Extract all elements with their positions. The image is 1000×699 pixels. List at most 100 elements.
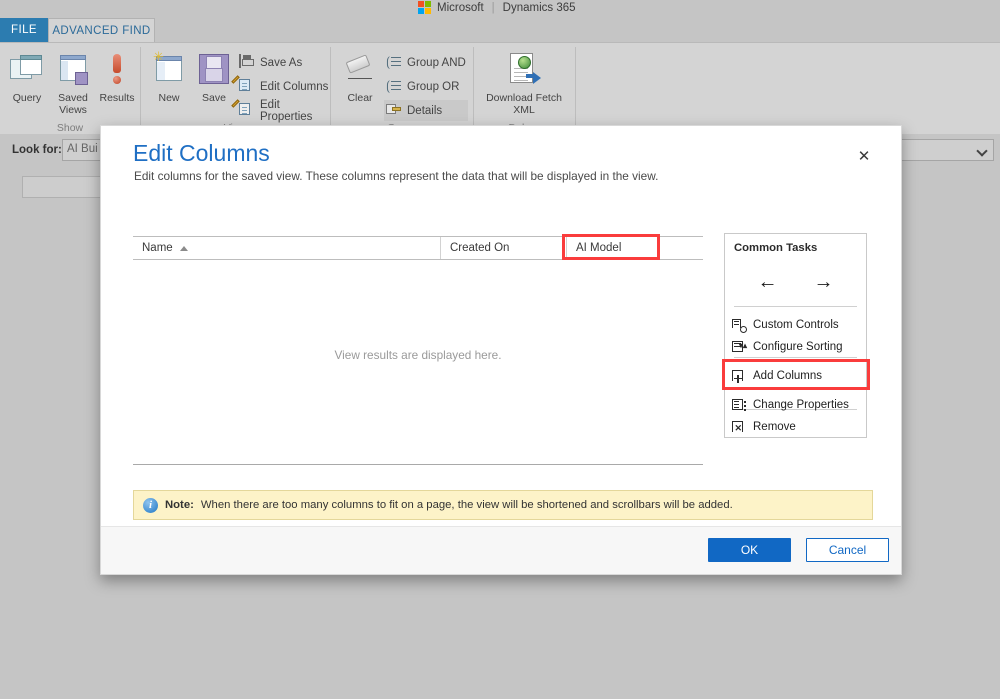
group-and-icon: ⟮: [386, 55, 402, 71]
column-header-ai-model[interactable]: AI Model: [567, 237, 659, 259]
common-task-remove[interactable]: ✕ Remove: [731, 416, 863, 438]
ribbon-separator-4: [575, 47, 576, 131]
common-tasks-title: Common Tasks: [734, 242, 817, 254]
remove-icon: ✕: [731, 420, 747, 435]
ribbon-button-download-fetch-xml[interactable]: Download Fetch XML: [484, 47, 564, 116]
info-icon: i: [143, 498, 158, 513]
custom-controls-icon: [731, 318, 747, 333]
dialog-subtitle: Edit columns for the saved view. These c…: [134, 169, 658, 183]
ribbon-button-details[interactable]: Details: [384, 100, 468, 121]
add-columns-icon: [731, 369, 747, 384]
results-exclamation-icon: [94, 47, 140, 91]
column-header-name[interactable]: Name: [133, 237, 441, 259]
common-task-label-custom-controls: Custom Controls: [753, 319, 839, 331]
change-properties-icon: [731, 398, 747, 413]
note-banner: i Note: When there are too many columns …: [133, 490, 873, 520]
ribbon-button-edit-properties[interactable]: Edit Properties: [237, 100, 329, 121]
arrow-right-icon[interactable]: →: [814, 272, 834, 292]
look-for-label: Look for:: [12, 144, 62, 156]
microsoft-logo-icon: [418, 1, 431, 14]
column-header-name-label: Name: [142, 242, 173, 254]
brand-product: Dynamics 365: [503, 2, 576, 14]
ribbon-label-download-fetch-xml-line1: Download Fetch: [484, 91, 564, 105]
ribbon-button-clear[interactable]: Clear: [337, 47, 383, 105]
columns-grid-body: View results are displayed here.: [133, 260, 703, 455]
common-task-label-remove: Remove: [753, 421, 796, 433]
close-icon[interactable]: ✕: [853, 145, 875, 167]
ribbon-button-new[interactable]: ✳ New: [146, 47, 192, 105]
common-task-custom-controls[interactable]: Custom Controls: [731, 314, 863, 336]
columns-grid-header: Name Created On AI Model: [133, 236, 703, 260]
ribbon-label-download-fetch-xml-line2: XML: [484, 105, 564, 117]
ribbon-group-show: Query Saved Views Results Show: [0, 43, 140, 135]
cancel-button[interactable]: Cancel: [806, 538, 889, 562]
column-header-created-on[interactable]: Created On: [441, 237, 567, 259]
brand-separator: |: [492, 2, 495, 14]
tab-strip: FILE ADVANCED FIND: [0, 18, 1000, 42]
ribbon-label-query: Query: [4, 91, 50, 105]
ribbon-label-saved-views-line2: Views: [50, 105, 96, 117]
ribbon-label-new: New: [146, 91, 192, 105]
ribbon-label-group-and: Group AND: [407, 57, 466, 69]
ribbon-label-clear: Clear: [337, 91, 383, 105]
ribbon-label-edit-columns: Edit Columns: [260, 81, 328, 93]
download-fetch-xml-icon: [484, 47, 564, 91]
ribbon-button-saved-views[interactable]: Saved Views: [50, 47, 96, 116]
ribbon-label-group-or: Group OR: [407, 81, 459, 93]
common-task-label-add-columns: Add Columns: [753, 370, 822, 382]
ribbon-button-save-as[interactable]: Save As: [237, 52, 302, 73]
ribbon-label-results: Results: [94, 91, 140, 105]
tab-advanced-find[interactable]: ADVANCED FIND: [48, 18, 155, 42]
ribbon-button-group-and[interactable]: ⟮ Group AND: [384, 52, 466, 73]
app-window: Microsoft | Dynamics 365 FILE ADVANCED F…: [0, 0, 1000, 699]
ribbon-button-save[interactable]: Save: [191, 47, 237, 105]
note-text: When there are too many columns to fit o…: [201, 499, 733, 511]
arrow-left-icon[interactable]: ←: [758, 272, 778, 292]
details-icon: [386, 103, 402, 119]
ok-button[interactable]: OK: [708, 538, 791, 562]
saved-views-icon: [50, 47, 96, 91]
brand-bar: Microsoft | Dynamics 365: [0, 0, 1000, 18]
dialog-footer: OK Cancel: [101, 526, 901, 574]
columns-grid: Name Created On AI Model View results ar…: [133, 236, 703, 455]
save-as-icon: [239, 55, 255, 71]
ribbon-button-edit-columns[interactable]: Edit Columns: [237, 76, 328, 97]
ribbon-label-save: Save: [191, 91, 237, 105]
common-task-change-properties[interactable]: Change Properties: [731, 394, 863, 416]
group-or-icon: ⟮: [386, 79, 402, 95]
query-grid-icon: [4, 47, 50, 91]
brand-group: Microsoft | Dynamics 365: [418, 1, 576, 14]
common-task-add-columns[interactable]: Add Columns: [731, 365, 863, 387]
dialog-title: Edit Columns: [133, 140, 270, 167]
edit-columns-dialog: Edit Columns Edit columns for the saved …: [100, 125, 902, 575]
grid-bottom-divider: [133, 464, 703, 465]
ribbon-button-results[interactable]: Results: [94, 47, 140, 105]
configure-sorting-icon: ▾▴: [731, 340, 747, 355]
column-header-created-on-label: Created On: [450, 242, 509, 254]
common-task-label-change-properties: Change Properties: [753, 399, 849, 411]
edit-properties-icon: [239, 103, 255, 119]
ribbon-label-edit-properties: Edit Properties: [260, 99, 329, 123]
common-tasks-panel: Common Tasks ← → Custom Controls ▾▴: [724, 233, 867, 438]
note-label: Note:: [165, 499, 194, 511]
common-tasks-divider-1: [734, 306, 857, 307]
common-task-label-configure-sorting: Configure Sorting: [753, 341, 843, 353]
brand-company: Microsoft: [437, 2, 484, 14]
column-header-blank: [659, 237, 701, 259]
column-header-ai-model-label: AI Model: [576, 242, 621, 254]
common-task-configure-sorting[interactable]: ▾▴ Configure Sorting: [731, 336, 863, 358]
ribbon-group-query: Clear ⟮ Group AND ⟮ Group OR Details: [331, 43, 472, 135]
ribbon-group-view: ✳ New Save Save As Edit Columns: [141, 43, 329, 135]
save-floppy-icon: [191, 47, 237, 91]
new-grid-icon: ✳: [146, 47, 192, 91]
tab-file[interactable]: FILE: [0, 18, 48, 42]
ribbon-button-query[interactable]: Query: [4, 47, 50, 105]
edit-columns-icon: [239, 79, 255, 95]
clear-eraser-icon: [337, 47, 383, 91]
ribbon-label-save-as: Save As: [260, 57, 302, 69]
ribbon-button-group-or[interactable]: ⟮ Group OR: [384, 76, 459, 97]
chevron-down-icon: [976, 145, 987, 156]
ribbon: Query Saved Views Results Show: [0, 42, 1000, 134]
ribbon-label-saved-views-line1: Saved: [50, 91, 96, 105]
ribbon-group-debug: Download Fetch XML Debug: [474, 43, 574, 135]
